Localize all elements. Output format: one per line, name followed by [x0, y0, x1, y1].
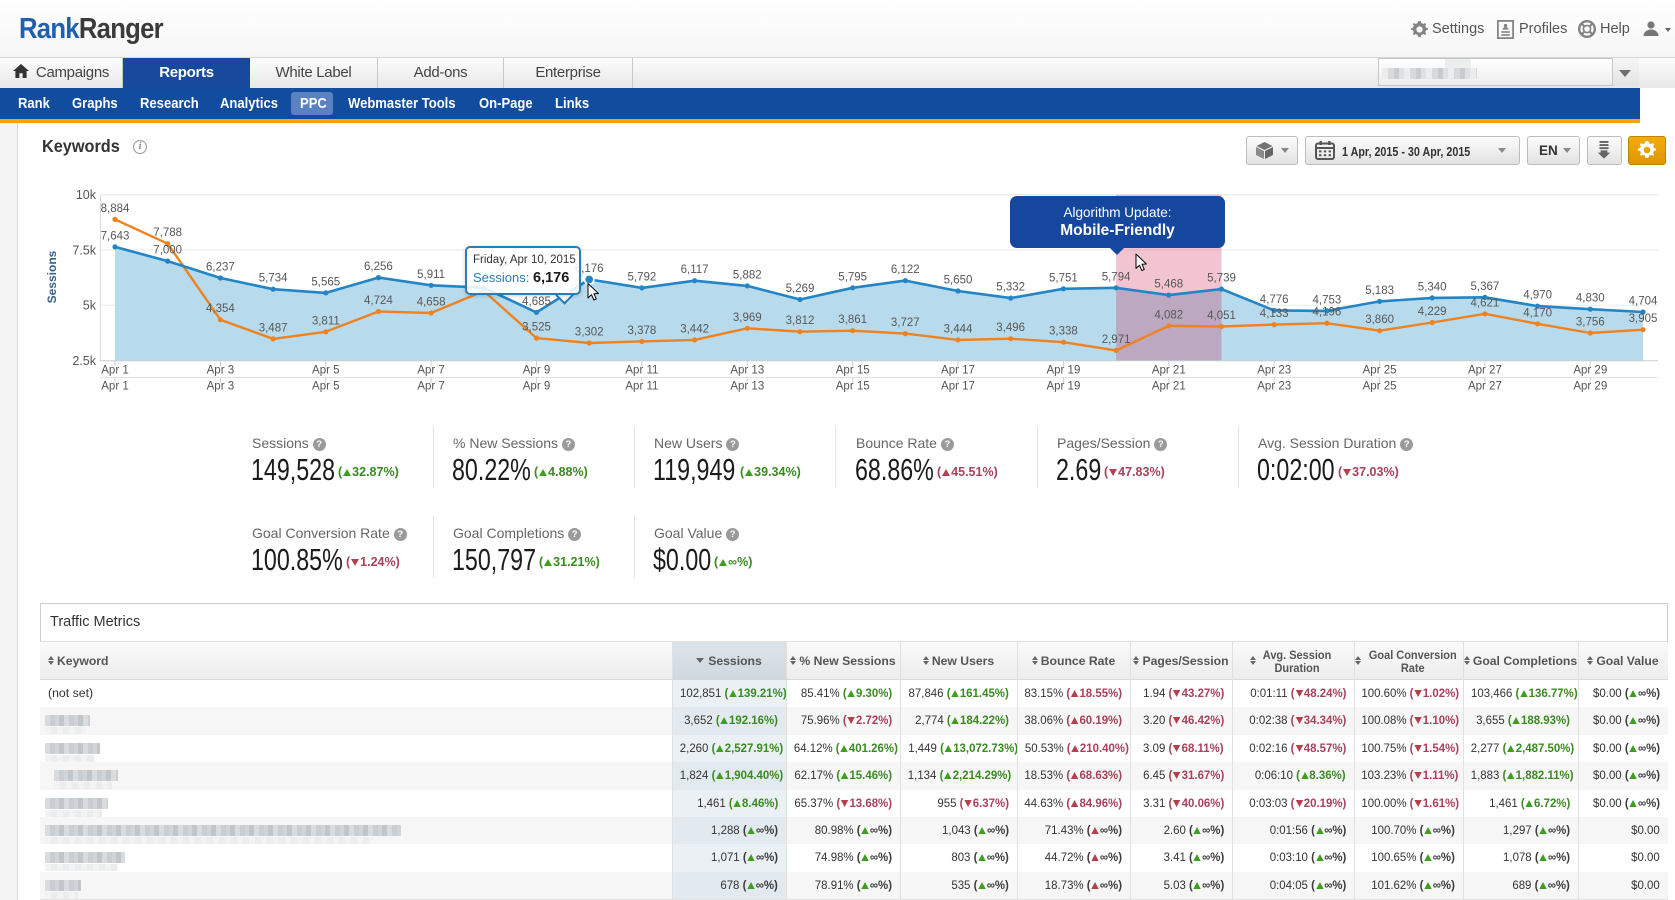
svg-text:3,812: 3,812: [786, 315, 815, 327]
svg-text:Apr 19: Apr 19: [1046, 365, 1080, 377]
svg-text:5,911: 5,911: [417, 269, 445, 281]
svg-text:4,658: 4,658: [417, 297, 446, 309]
svg-text:3,525: 3,525: [522, 322, 551, 334]
svg-text:3,727: 3,727: [891, 317, 920, 329]
svg-text:Apr 15: Apr 15: [836, 365, 870, 377]
svg-text:5,332: 5,332: [996, 282, 1025, 294]
svg-text:5,792: 5,792: [628, 271, 657, 283]
svg-text:5,794: 5,794: [1102, 271, 1131, 283]
svg-text:Apr 3: Apr 3: [207, 381, 235, 393]
svg-text:6,256: 6,256: [364, 261, 393, 273]
svg-text:4,196: 4,196: [1313, 307, 1342, 319]
svg-text:7,643: 7,643: [101, 230, 130, 242]
svg-text:5,565: 5,565: [311, 276, 340, 288]
svg-text:4,776: 4,776: [1260, 294, 1289, 306]
svg-text:5k: 5k: [83, 299, 97, 313]
svg-text:Apr 9: Apr 9: [523, 365, 551, 377]
svg-text:3,756: 3,756: [1576, 317, 1605, 329]
svg-text:6,237: 6,237: [206, 262, 235, 274]
svg-text:Apr 15: Apr 15: [836, 381, 870, 393]
svg-text:4,354: 4,354: [206, 303, 235, 315]
svg-text:4,685: 4,685: [522, 296, 551, 308]
svg-text:4,830: 4,830: [1576, 293, 1605, 305]
svg-text:3,860: 3,860: [1365, 314, 1394, 326]
svg-text:Apr 7: Apr 7: [417, 365, 445, 377]
svg-text:4,704: 4,704: [1629, 296, 1658, 308]
svg-text:3,811: 3,811: [312, 315, 340, 327]
svg-text:Apr 27: Apr 27: [1468, 365, 1502, 377]
svg-text:3,487: 3,487: [259, 322, 288, 334]
svg-text:5,882: 5,882: [733, 269, 762, 281]
svg-text:Apr 13: Apr 13: [730, 381, 764, 393]
svg-text:Apr 13: Apr 13: [730, 365, 764, 377]
svg-text:4,170: 4,170: [1523, 307, 1552, 319]
svg-text:Apr 1: Apr 1: [101, 381, 129, 393]
svg-text:4,621: 4,621: [1471, 297, 1500, 309]
svg-text:Apr 5: Apr 5: [312, 365, 340, 377]
svg-text:5,795: 5,795: [838, 271, 867, 283]
svg-text:Sessions: Sessions: [45, 250, 59, 303]
svg-text:Apr 29: Apr 29: [1573, 381, 1607, 393]
svg-text:3,905: 3,905: [1629, 313, 1658, 325]
svg-text:5,340: 5,340: [1418, 281, 1447, 293]
svg-text:Apr 23: Apr 23: [1257, 381, 1291, 393]
svg-text:7,000: 7,000: [153, 245, 182, 257]
svg-text:Apr 25: Apr 25: [1363, 365, 1397, 377]
svg-text:3,496: 3,496: [996, 322, 1025, 334]
svg-text:Apr 3: Apr 3: [207, 365, 235, 377]
svg-text:5,734: 5,734: [259, 273, 288, 285]
svg-text:3,338: 3,338: [1049, 326, 1078, 338]
svg-text:Apr 1: Apr 1: [101, 365, 129, 377]
svg-text:3,378: 3,378: [628, 325, 657, 337]
svg-text:4,051: 4,051: [1207, 310, 1236, 322]
svg-text:3,442: 3,442: [680, 323, 709, 335]
svg-text:5,739: 5,739: [1207, 273, 1236, 285]
svg-text:Apr 17: Apr 17: [941, 381, 975, 393]
svg-text:Apr 5: Apr 5: [312, 381, 340, 393]
svg-text:Apr 21: Apr 21: [1152, 365, 1186, 377]
svg-text:3,969: 3,969: [733, 312, 762, 324]
svg-text:Apr 19: Apr 19: [1046, 381, 1080, 393]
svg-text:3,444: 3,444: [944, 323, 973, 335]
svg-text:Apr 23: Apr 23: [1257, 365, 1291, 377]
svg-text:4,724: 4,724: [364, 295, 393, 307]
svg-text:Apr 9: Apr 9: [523, 381, 551, 393]
svg-text:5,751: 5,751: [1049, 272, 1078, 284]
svg-text:Apr 7: Apr 7: [417, 381, 445, 393]
svg-text:4,229: 4,229: [1418, 306, 1447, 318]
svg-text:5,367: 5,367: [1471, 281, 1500, 293]
svg-text:4,970: 4,970: [1523, 290, 1552, 302]
svg-text:4,082: 4,082: [1154, 309, 1183, 321]
svg-text:8,884: 8,884: [101, 203, 130, 215]
svg-text:Apr 21: Apr 21: [1152, 381, 1186, 393]
svg-text:2,971: 2,971: [1102, 334, 1131, 346]
svg-text:5,183: 5,183: [1365, 285, 1394, 297]
svg-text:2.5k: 2.5k: [72, 354, 96, 368]
svg-text:5,269: 5,269: [786, 283, 815, 295]
svg-text:6,117: 6,117: [681, 264, 709, 276]
svg-text:4,753: 4,753: [1313, 294, 1342, 306]
svg-text:Apr 11: Apr 11: [625, 365, 658, 377]
svg-text:10k: 10k: [76, 188, 97, 202]
svg-text:5,468: 5,468: [1154, 279, 1183, 291]
svg-text:3,861: 3,861: [838, 314, 867, 326]
svg-text:7.5k: 7.5k: [72, 243, 96, 257]
svg-text:3,302: 3,302: [575, 327, 604, 339]
svg-text:7,788: 7,788: [153, 227, 182, 239]
svg-text:Apr 25: Apr 25: [1363, 381, 1397, 393]
svg-text:4,133: 4,133: [1260, 308, 1289, 320]
svg-text:5,650: 5,650: [944, 275, 973, 287]
svg-text:Apr 29: Apr 29: [1573, 365, 1607, 377]
svg-text:Apr 27: Apr 27: [1468, 381, 1502, 393]
svg-text:Apr 17: Apr 17: [941, 365, 975, 377]
svg-text:Apr 11: Apr 11: [625, 381, 658, 393]
svg-text:6,122: 6,122: [891, 264, 920, 276]
